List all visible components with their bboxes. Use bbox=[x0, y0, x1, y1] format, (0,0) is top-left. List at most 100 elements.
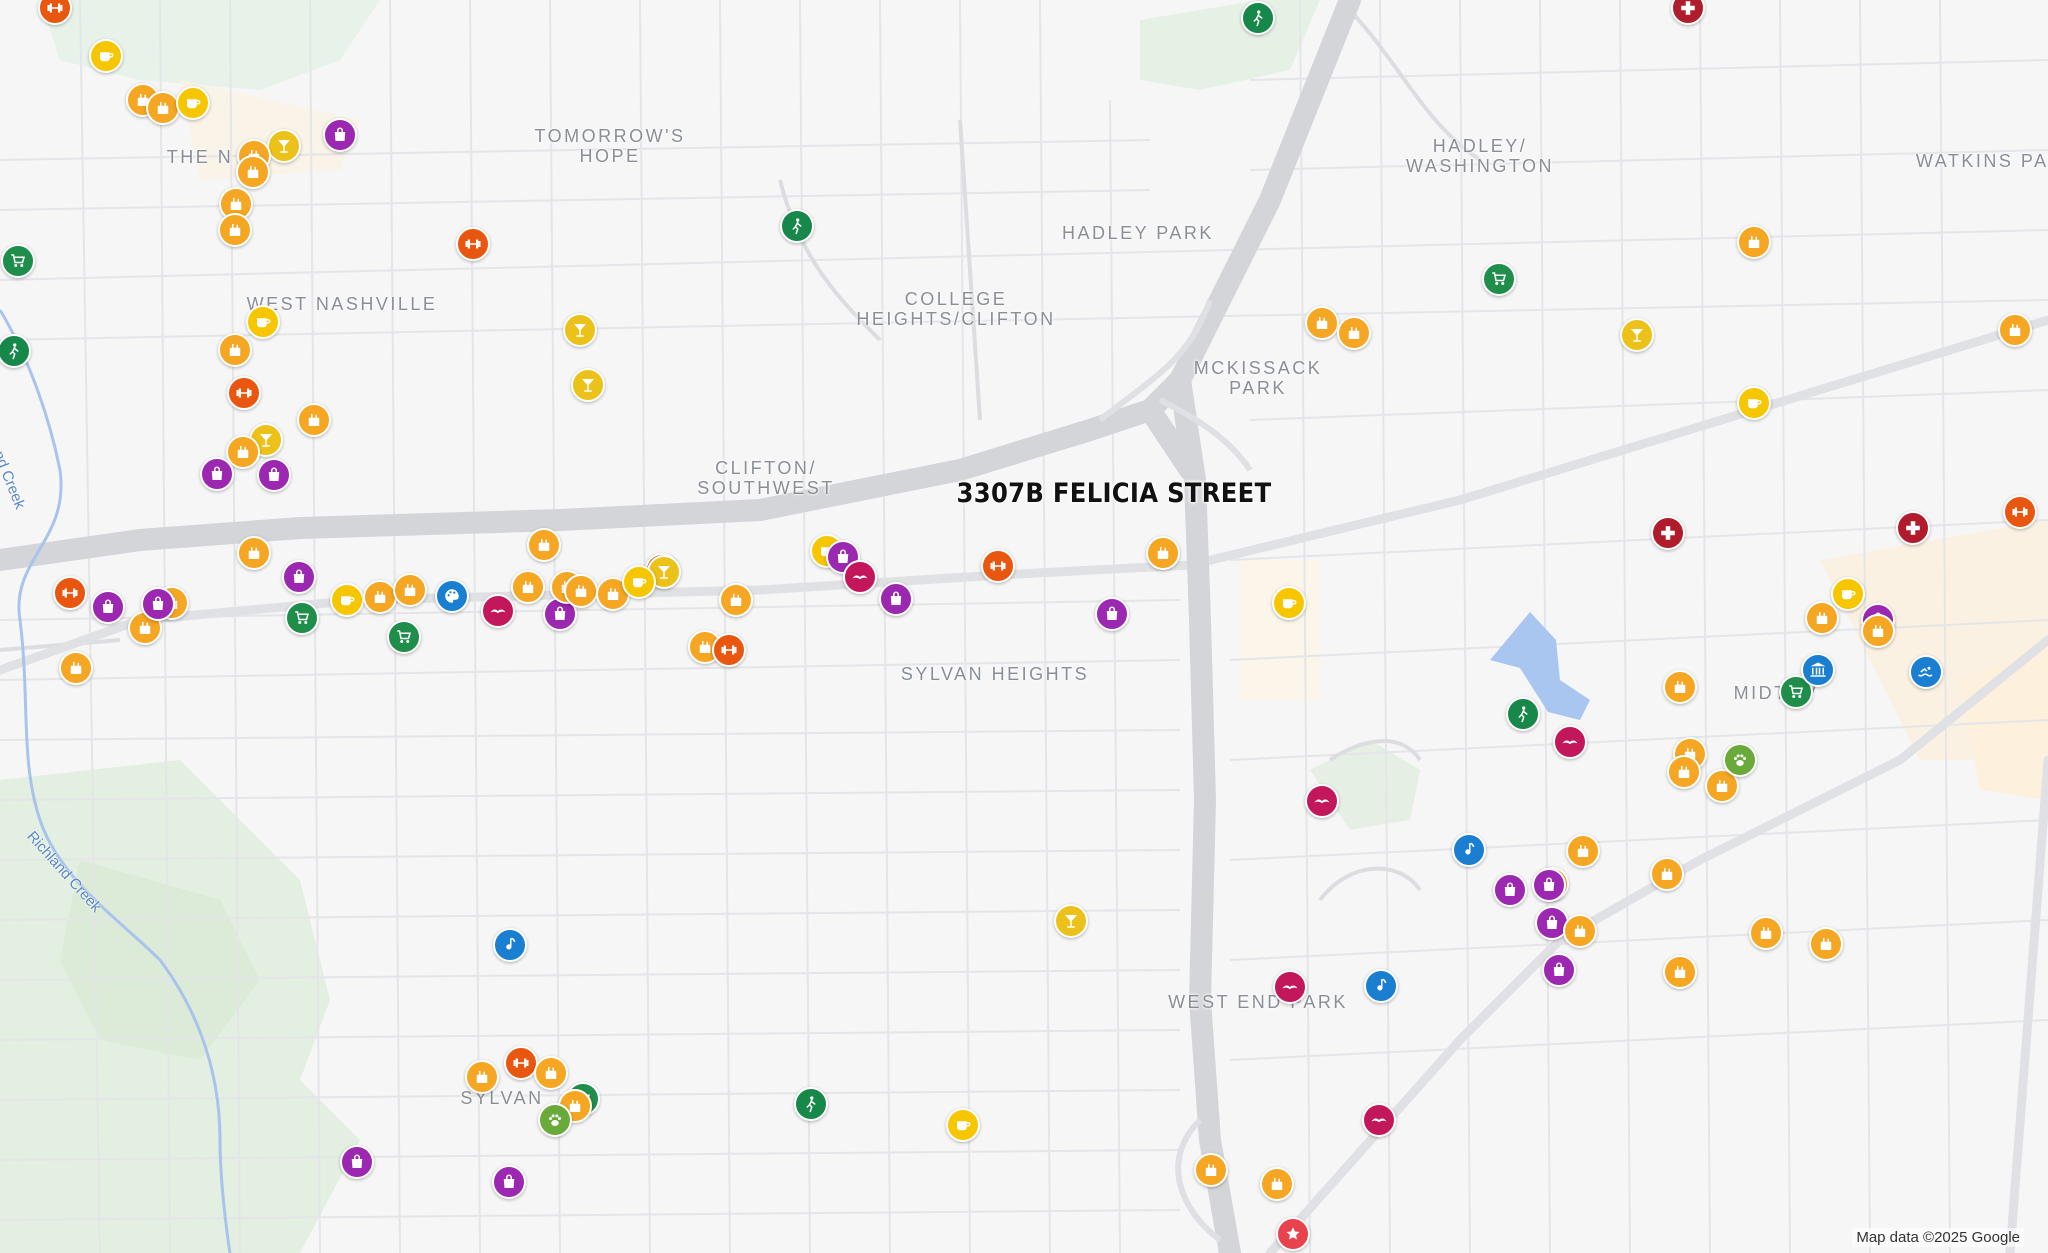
area-label-west-end-park: WEST END PARK bbox=[1168, 992, 1348, 1012]
walking-trail-icon[interactable] bbox=[794, 1087, 828, 1121]
cafe-icon[interactable] bbox=[946, 1108, 980, 1142]
grocery-cart-icon[interactable] bbox=[1482, 262, 1516, 296]
walking-trail-icon[interactable] bbox=[780, 209, 814, 243]
area-label-the-nations: THE N bbox=[166, 147, 234, 167]
swimming-pool-icon[interactable] bbox=[1909, 655, 1943, 689]
hospital-icon[interactable] bbox=[1896, 511, 1930, 545]
restaurant-icon[interactable] bbox=[146, 91, 180, 125]
shopping-bag-icon[interactable] bbox=[200, 457, 234, 491]
cafe-icon[interactable] bbox=[622, 565, 656, 599]
dog-park-icon[interactable] bbox=[1723, 743, 1757, 777]
barber-icon[interactable] bbox=[1362, 1103, 1396, 1137]
shopping-bag-icon[interactable] bbox=[879, 582, 913, 616]
cafe-icon[interactable] bbox=[1272, 586, 1306, 620]
restaurant-icon[interactable] bbox=[59, 651, 93, 685]
restaurant-icon[interactable] bbox=[527, 528, 561, 562]
fitness-center-icon[interactable] bbox=[456, 227, 490, 261]
shopping-bag-icon[interactable] bbox=[257, 458, 291, 492]
grocery-cart-icon[interactable] bbox=[1, 244, 35, 278]
map-canvas[interactable]: TOMORROW'S HOPE HADLEY/ WASHINGTON WATKI… bbox=[0, 0, 2048, 1253]
area-label-hadley-washington: HADLEY/ WASHINGTON bbox=[1405, 136, 1555, 176]
cocktail-bar-icon[interactable] bbox=[1620, 318, 1654, 352]
area-label-mckissack-park: MCKISSACK PARK bbox=[1193, 358, 1323, 398]
restaurant-icon[interactable] bbox=[1337, 316, 1371, 350]
cocktail-bar-icon[interactable] bbox=[571, 368, 605, 402]
barber-icon[interactable] bbox=[1553, 725, 1587, 759]
restaurant-icon[interactable] bbox=[1650, 857, 1684, 891]
shopping-bag-icon[interactable] bbox=[1095, 597, 1129, 631]
fitness-center-icon[interactable] bbox=[504, 1046, 538, 1080]
cocktail-bar-icon[interactable] bbox=[1054, 904, 1088, 938]
shopping-bag-icon[interactable] bbox=[141, 587, 175, 621]
shopping-bag-icon[interactable] bbox=[1532, 868, 1566, 902]
restaurant-icon[interactable] bbox=[1998, 313, 2032, 347]
cafe-icon[interactable] bbox=[89, 39, 123, 73]
shopping-bag-icon[interactable] bbox=[323, 118, 357, 152]
restaurant-icon[interactable] bbox=[1563, 914, 1597, 948]
restaurant-icon[interactable] bbox=[1663, 955, 1697, 989]
restaurant-icon[interactable] bbox=[218, 213, 252, 247]
fitness-center-icon[interactable] bbox=[227, 376, 261, 410]
cocktail-bar-icon[interactable] bbox=[267, 129, 301, 163]
restaurant-icon[interactable] bbox=[1663, 670, 1697, 704]
hospital-icon[interactable] bbox=[1651, 516, 1685, 550]
walking-trail-icon[interactable] bbox=[1241, 1, 1275, 35]
restaurant-icon[interactable] bbox=[363, 580, 397, 614]
restaurant-icon[interactable] bbox=[1146, 536, 1180, 570]
barber-icon[interactable] bbox=[843, 560, 877, 594]
restaurant-icon[interactable] bbox=[237, 536, 271, 570]
walking-trail-icon[interactable] bbox=[1506, 697, 1540, 731]
shopping-bag-icon[interactable] bbox=[340, 1145, 374, 1179]
restaurant-icon[interactable] bbox=[236, 155, 270, 189]
grocery-cart-icon[interactable] bbox=[387, 620, 421, 654]
restaurant-icon[interactable] bbox=[564, 574, 598, 608]
restaurant-icon[interactable] bbox=[719, 583, 753, 617]
restaurant-icon[interactable] bbox=[218, 333, 252, 367]
restaurant-icon[interactable] bbox=[465, 1060, 499, 1094]
fitness-center-icon[interactable] bbox=[981, 549, 1015, 583]
bakery-icon[interactable] bbox=[297, 403, 331, 437]
fitness-center-icon[interactable] bbox=[712, 633, 746, 667]
barber-icon[interactable] bbox=[481, 594, 515, 628]
museum-icon[interactable] bbox=[1801, 653, 1835, 687]
barber-icon[interactable] bbox=[1305, 784, 1339, 818]
cafe-icon[interactable] bbox=[1737, 386, 1771, 420]
cafe-icon[interactable] bbox=[246, 305, 280, 339]
shopping-bag-icon[interactable] bbox=[282, 560, 316, 594]
restaurant-icon[interactable] bbox=[1194, 1153, 1228, 1187]
grocery-cart-icon[interactable] bbox=[285, 601, 319, 635]
restaurant-icon[interactable] bbox=[511, 570, 545, 604]
art-gallery-icon[interactable] bbox=[435, 579, 469, 613]
restaurant-icon[interactable] bbox=[1737, 225, 1771, 259]
restaurant-icon[interactable] bbox=[1805, 601, 1839, 635]
barber-icon[interactable] bbox=[1273, 970, 1307, 1004]
music-venue-icon[interactable] bbox=[1364, 969, 1398, 1003]
area-label-college-heights-clifton: COLLEGE HEIGHTS/CLIFTON bbox=[856, 289, 1056, 329]
fitness-center-icon[interactable] bbox=[53, 576, 87, 610]
cafe-icon[interactable] bbox=[330, 583, 364, 617]
shopping-bag-icon[interactable] bbox=[1493, 873, 1527, 907]
restaurant-icon[interactable] bbox=[1861, 614, 1895, 648]
restaurant-icon[interactable] bbox=[1809, 927, 1843, 961]
pill-pharmacy-icon[interactable] bbox=[493, 928, 527, 962]
restaurant-icon[interactable] bbox=[1667, 755, 1701, 789]
restaurant-icon[interactable] bbox=[1305, 306, 1339, 340]
hiking-icon[interactable] bbox=[538, 1103, 572, 1137]
restaurant-icon[interactable] bbox=[1566, 834, 1600, 868]
shopping-bag-icon[interactable] bbox=[1542, 953, 1576, 987]
cafe-icon[interactable] bbox=[1831, 577, 1865, 611]
property-address-label: 3307B FELICIA STREET bbox=[956, 478, 1272, 509]
fitness-center-icon[interactable] bbox=[2003, 495, 2037, 529]
restaurant-icon[interactable] bbox=[1260, 1167, 1294, 1201]
shopping-bag-icon[interactable] bbox=[492, 1165, 526, 1199]
cafe-icon[interactable] bbox=[176, 86, 210, 120]
restaurant-icon[interactable] bbox=[534, 1056, 568, 1090]
music-venue-icon[interactable] bbox=[1452, 833, 1486, 867]
cocktail-bar-icon[interactable] bbox=[563, 313, 597, 347]
shopping-bag-icon[interactable] bbox=[91, 590, 125, 624]
property-star-icon[interactable] bbox=[1276, 1217, 1310, 1251]
restaurant-icon[interactable] bbox=[1749, 916, 1783, 950]
map-attribution: Map data ©2025 Google bbox=[1852, 1228, 2024, 1247]
restaurant-icon[interactable] bbox=[393, 573, 427, 607]
area-label-hadley-park: HADLEY PARK bbox=[1062, 223, 1214, 243]
